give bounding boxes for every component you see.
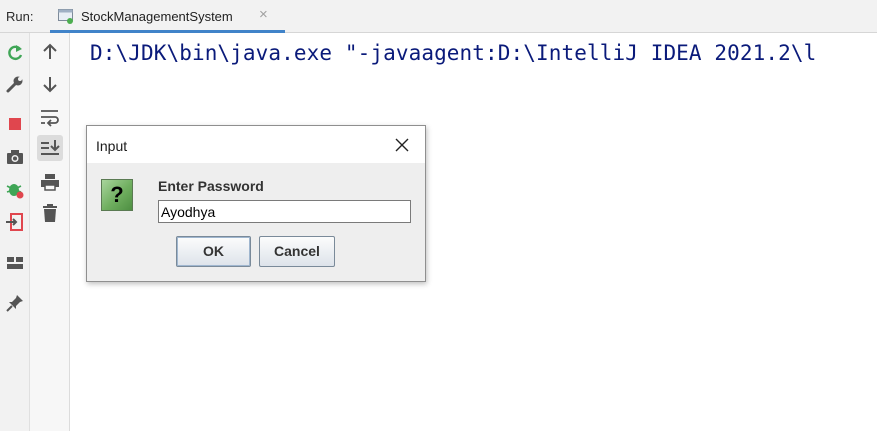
password-input[interactable] (158, 200, 411, 223)
ok-button[interactable]: OK (176, 236, 251, 267)
dialog-title: Input (96, 138, 128, 154)
console-output-line: D:\JDK\bin\java.exe "-javaagent:D:\Intel… (90, 41, 817, 65)
stop-icon[interactable] (4, 113, 26, 135)
debug-bug-icon[interactable] (4, 178, 26, 200)
scroll-to-end-icon[interactable] (37, 135, 63, 161)
question-icon: ? (101, 179, 133, 211)
application-icon (58, 8, 74, 24)
layout-icon[interactable] (4, 252, 26, 274)
input-dialog: Input ? Enter Password OK Cancel (86, 125, 426, 282)
settings-wrench-icon[interactable] (4, 73, 26, 95)
close-tab-icon[interactable]: × (259, 7, 268, 23)
rerun-icon[interactable] (4, 42, 26, 64)
print-icon[interactable] (39, 171, 61, 193)
exit-icon[interactable] (4, 211, 26, 233)
arrow-up-icon[interactable] (39, 41, 61, 63)
soft-wrap-icon[interactable] (39, 106, 61, 128)
arrow-down-icon[interactable] (39, 73, 61, 95)
tab-stock-management-system[interactable]: StockManagementSystem × (50, 0, 285, 33)
dialog-titlebar[interactable]: Input (87, 126, 425, 163)
run-actions-toolbar (0, 33, 30, 431)
question-glyph: ? (110, 182, 124, 207)
run-toolbar-header: Run: StockManagementSystem × (0, 0, 877, 33)
console-actions-toolbar (30, 33, 70, 431)
run-label: Run: (6, 9, 34, 24)
cancel-button[interactable]: Cancel (259, 236, 335, 267)
close-icon[interactable] (393, 136, 411, 154)
pin-icon[interactable] (4, 292, 26, 314)
camera-icon[interactable] (4, 146, 26, 168)
password-prompt-label: Enter Password (158, 178, 264, 194)
tab-title: StockManagementSystem (81, 9, 233, 24)
trash-icon[interactable] (39, 202, 61, 224)
